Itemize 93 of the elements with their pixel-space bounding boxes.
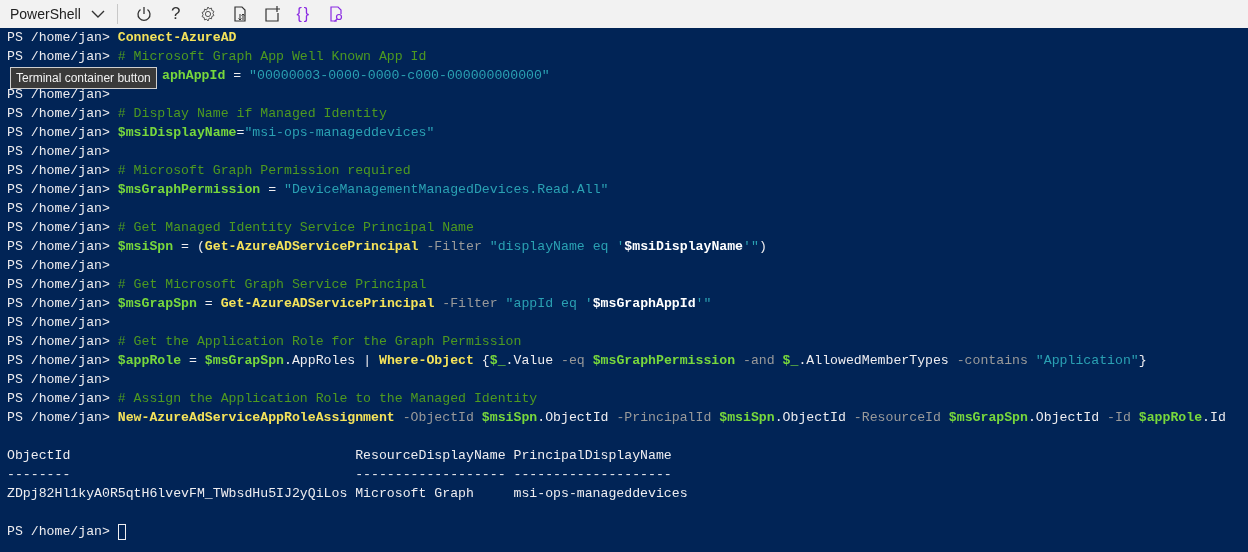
prompt-text: PS /home/jan>: [7, 391, 111, 406]
prompt-text: PS /home/jan>: [7, 315, 110, 330]
prompt-text: PS /home/jan>: [7, 49, 111, 64]
parameter-text: -ResourceId: [852, 410, 942, 425]
parameter-text: -and: [742, 353, 776, 368]
code-text: .ObjectId: [537, 410, 609, 425]
command-text: Get-AzureADServicePrincipal: [220, 296, 435, 311]
prompt-text: PS /home/jan>: [7, 220, 111, 235]
comment-text: # Assign the Application Role to the Managed Identity: [117, 391, 538, 406]
variable-text: $msGrapSpn: [948, 410, 1028, 425]
code-text: ): [758, 239, 767, 254]
parameter-text: -contains: [955, 353, 1029, 368]
prompt-text: PS /home/jan>: [7, 144, 110, 159]
prompt-text: PS /home/jan>: [7, 163, 111, 178]
string-text: "appId eq ': [505, 296, 593, 311]
variable-text: $msGraphAppId: [592, 296, 696, 311]
prompt-text: PS /home/jan>: [7, 372, 110, 387]
string-text: "00000003-0000-0000-c000-000000000000": [249, 68, 550, 83]
command-text: Where-Object: [378, 353, 474, 368]
command-text: Connect-AzureAD: [117, 30, 237, 45]
variable-text: $msGrapSpn: [117, 296, 197, 311]
code-text: .ObjectId: [1027, 410, 1100, 425]
prompt-text: PS /home/jan>: [7, 296, 111, 311]
string-text: '": [743, 239, 759, 254]
prompt-text: PS /home/jan>: [7, 353, 111, 368]
code-text: =: [267, 182, 278, 197]
code-text: =: [188, 353, 198, 368]
code-text: {: [480, 353, 490, 368]
new-tab-icon: [262, 5, 281, 23]
prompt-text: PS /home/jan>: [7, 30, 111, 45]
comment-text: # Get the Application Role for the Graph Permission: [117, 334, 522, 349]
comment-text: # Get Managed Identity Service Principal Name: [117, 220, 474, 235]
variable-text: $msGraphPermission: [592, 353, 736, 368]
editor-button[interactable]: {}: [287, 1, 320, 27]
code-text: .AppRoles |: [284, 353, 373, 368]
parameter-text: -PrincipalId: [615, 410, 713, 425]
code-text: .AllowedMemberTypes: [798, 353, 949, 368]
parameter-text: -Id: [1106, 410, 1132, 425]
comment-text: # Display Name if Managed Identity: [117, 106, 387, 121]
code-text: .Id: [1202, 410, 1226, 425]
string-text: "displayName eq ': [489, 239, 625, 254]
shell-dropdown[interactable]: PowerShell: [4, 4, 111, 24]
prompt-text: PS /home/jan>: [7, 277, 111, 292]
variable-text: $msiSpn: [481, 410, 538, 425]
variable-text: $msiDisplayName: [624, 239, 744, 254]
chevron-down-icon: [90, 9, 105, 19]
prompt-text: PS /home/jan>: [7, 87, 110, 102]
variable-text: $appRole: [1138, 410, 1203, 425]
comment-text: # Microsoft Graph Permission required: [117, 163, 411, 178]
prompt-text: PS /home/jan>: [7, 182, 111, 197]
help-button[interactable]: ?: [159, 1, 192, 27]
output-text: ZDpj82Hl1kyA0R5qtH6lvevFM_TWbsdHu5IJ2yQiLos Microsoft Graph msi-ops-manageddevices: [7, 486, 688, 501]
parameter-text: -Filter: [441, 296, 499, 311]
variable-text: $msiSpn: [719, 410, 775, 425]
output-text: ObjectId ResourceDisplayName PrincipalDisplayName: [7, 448, 672, 463]
command-text: New-AzureAdServiceAppRoleAssignment: [117, 410, 395, 425]
prompt-text: PS /home/jan>: [7, 106, 111, 121]
variable-text: $msGrapSpn: [204, 353, 284, 368]
tooltip: Terminal container button: [10, 67, 157, 89]
code-text: .ObjectId: [774, 410, 846, 425]
power-icon: [134, 5, 153, 23]
variable-text: $_: [489, 353, 506, 368]
variable-text: $msiSpn: [117, 239, 174, 254]
output-text: -------- ------------------- --------------------: [7, 467, 672, 482]
code-text: =: [236, 125, 245, 140]
variable-text: $msGraphPermission: [117, 182, 261, 197]
prompt-text: PS /home/jan>: [7, 334, 111, 349]
settings-icon: [198, 5, 217, 23]
prompt-text: PS /home/jan>: [7, 524, 111, 539]
code-text: }: [1138, 353, 1147, 368]
variable-text: $appRole: [117, 353, 182, 368]
prompt-text: PS /home/jan>: [7, 258, 110, 273]
variable-text: $msiDisplayName: [117, 125, 237, 140]
code-text: =: [203, 296, 214, 311]
parameter-text: -Filter: [425, 239, 483, 254]
code-text: = (: [180, 239, 205, 254]
string-text: "Application": [1035, 353, 1139, 368]
parameter-text: -eq: [560, 353, 586, 368]
prompt-text: PS /home/jan>: [7, 125, 111, 140]
string-text: '": [695, 296, 712, 311]
variable-text: aphAppId: [162, 68, 226, 83]
code-text: .Value: [505, 353, 554, 368]
prompt-text: PS /home/jan>: [7, 201, 110, 216]
code-text: =: [232, 68, 243, 83]
parameter-text: -ObjectId: [401, 410, 475, 425]
string-text: "DeviceManagementManagedDevices.Read.All": [284, 182, 609, 197]
comment-text: # Microsoft Graph App Well Known App Id: [117, 49, 427, 64]
prompt-text: PS /home/jan>: [7, 410, 111, 425]
string-text: "msi-ops-manageddevices": [244, 125, 435, 140]
variable-text: $_: [782, 353, 799, 368]
command-text: Get-AzureADServicePrincipal: [204, 239, 419, 254]
comment-text: # Get Microsoft Graph Service Principal: [117, 277, 427, 292]
prompt-text: PS /home/jan>: [7, 239, 111, 254]
